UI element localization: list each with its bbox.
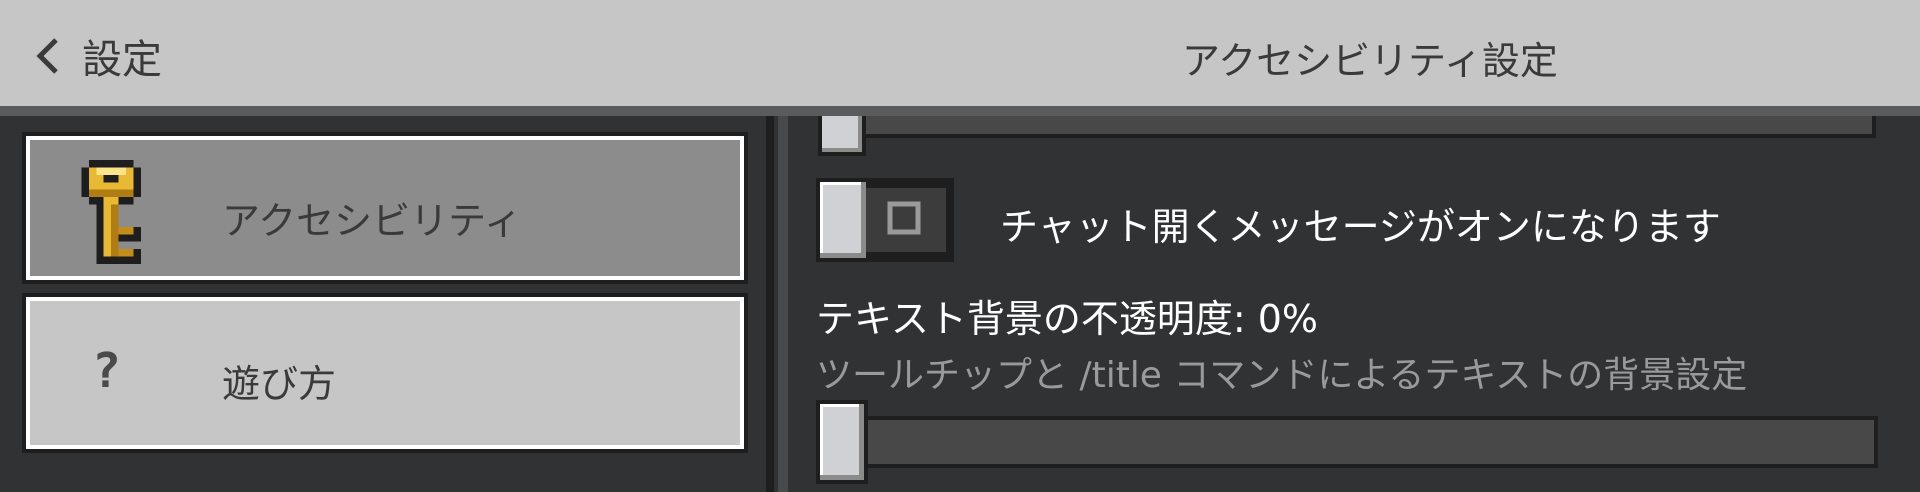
key-icon [81,160,141,264]
opacity-slider[interactable] [816,400,1878,484]
slider-thumb-partial[interactable] [818,116,866,156]
toggle-track [866,188,946,252]
header-divider [0,106,1920,116]
opacity-setting-description: ツールチップと /title コマンドによるテキストの背景設定 [816,355,1748,396]
chat-message-toggle[interactable] [816,178,954,262]
toggle-knob [820,182,866,258]
chevron-left-icon [36,38,58,74]
slider-thumb[interactable] [816,400,868,484]
sidebar-item-label: 遊び方 [222,362,337,406]
back-button[interactable]: 設定 [34,26,162,86]
page-title: アクセシビリティ設定 [1182,39,1558,83]
opacity-setting-title: テキスト背景の不透明度: 0% [816,297,1319,341]
sidebar-item-accessibility[interactable]: アクセシビリティ [22,132,748,284]
slider-track [840,416,1878,468]
slider-track-partial[interactable] [842,116,1876,138]
toggle-off-icon [887,201,921,235]
sidebar-item-how-to-play[interactable]: ? 遊び方 [22,293,748,453]
top-bar: 設定 アクセシビリティ設定 [0,0,1920,106]
sidebar-item-label: アクセシビリティ [222,199,522,243]
chat-toggle-label: チャット開くメッセージがオンになります [1000,205,1721,249]
question-mark-icon: ? [92,343,121,399]
sidebar-divider [766,116,774,492]
content-divider [778,116,788,492]
back-label: 設定 [82,37,162,83]
